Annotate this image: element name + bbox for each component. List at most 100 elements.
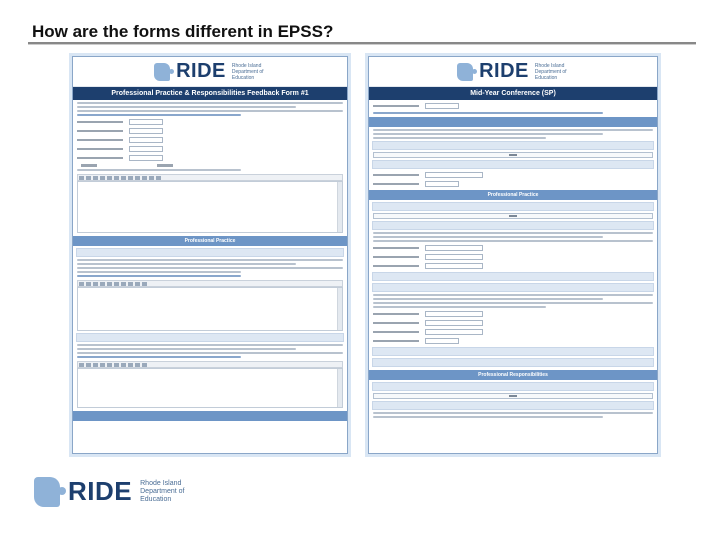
evidence-editor[interactable]	[77, 287, 343, 331]
resource-line	[373, 112, 604, 114]
score-dropdown[interactable]	[373, 213, 653, 219]
component-header	[372, 202, 654, 211]
rubric-line	[77, 344, 343, 346]
select-field[interactable]	[425, 263, 483, 269]
field-row	[77, 146, 343, 152]
field-row	[373, 338, 653, 344]
rubric-line	[373, 416, 604, 418]
text-field[interactable]	[129, 146, 163, 152]
select-field[interactable]	[425, 338, 459, 344]
rhode-island-icon	[34, 476, 66, 507]
field-row	[373, 263, 653, 269]
instruction-link-line	[77, 114, 242, 116]
select-field[interactable]	[425, 172, 483, 178]
instruction-line	[373, 129, 653, 131]
logo-subtitle: Rhode Island Department of Education	[231, 62, 264, 81]
rhode-island-icon	[457, 62, 478, 81]
field-row	[77, 155, 343, 161]
field-row	[77, 119, 343, 125]
text-field[interactable]	[129, 137, 163, 143]
field-row	[373, 181, 653, 187]
logo-subtitle: Rhode Island Department of Education	[140, 479, 185, 503]
field-row	[77, 128, 343, 134]
editor-toolbar[interactable]	[77, 174, 343, 181]
rubric-line	[373, 236, 604, 238]
component-header	[372, 221, 654, 230]
feedback-form-screenshot: RIDE Rhode Island Department of Educatio…	[72, 56, 348, 454]
section-header-practice: Professional Practice	[369, 190, 657, 200]
editor-toolbar[interactable]	[77, 361, 343, 368]
field-row	[373, 245, 653, 251]
form-logo-header: RIDE Rhode Island Department of Educatio…	[369, 57, 657, 87]
text-field[interactable]	[425, 103, 459, 109]
logo-wordmark: RIDE	[479, 60, 529, 82]
mid-year-conference-screenshot: RIDE Rhode Island Department of Educatio…	[368, 56, 658, 454]
evidence-label	[77, 275, 242, 277]
rubric-line	[373, 306, 546, 308]
form-title: Mid-Year Conference (SP)	[369, 87, 657, 100]
component-header	[76, 333, 344, 342]
evidence-label	[77, 356, 242, 358]
component-header	[372, 358, 654, 367]
field-row	[373, 329, 653, 335]
section-header-bottom	[73, 411, 347, 421]
select-field[interactable]	[425, 245, 483, 251]
rubric-line	[373, 302, 653, 304]
component-header	[372, 141, 654, 150]
select-field[interactable]	[425, 320, 483, 326]
logo-subtitle: Rhode Island Department of Education	[534, 62, 567, 81]
instruction-line	[373, 133, 604, 135]
rubric-line	[373, 294, 653, 296]
field-row	[373, 254, 653, 260]
section-header-practice: Professional Practice	[73, 236, 347, 246]
component-header	[372, 283, 654, 292]
text-field[interactable]	[129, 128, 163, 134]
rubric-line	[77, 352, 343, 354]
observation-notes-label	[77, 169, 242, 171]
rhode-island-icon	[154, 62, 175, 81]
observation-notes-editor[interactable]	[77, 181, 343, 233]
field-row	[373, 172, 653, 178]
form-logo-header: RIDE Rhode Island Department of Educatio…	[73, 57, 347, 87]
rubric-line	[77, 271, 242, 273]
component-header	[372, 401, 654, 410]
section-header-slo	[369, 117, 657, 127]
text-field[interactable]	[129, 119, 163, 125]
ride-logo: RIDE Rhode Island Department of Educatio…	[34, 476, 200, 507]
select-field[interactable]	[425, 254, 483, 260]
instruction-line	[77, 110, 343, 112]
text-field[interactable]	[129, 155, 163, 161]
component-header	[372, 160, 654, 169]
select-field[interactable]	[425, 311, 483, 317]
field-row	[373, 103, 653, 109]
form-title: Professional Practice & Responsibilities…	[73, 87, 347, 100]
rubric-line	[77, 259, 343, 261]
radio-row[interactable]	[81, 164, 339, 167]
instruction-line	[373, 137, 546, 139]
component-header	[76, 248, 344, 257]
rubric-line	[373, 240, 653, 242]
instruction-line	[77, 106, 297, 108]
logo-wordmark: RIDE	[176, 60, 226, 82]
rubric-line	[373, 412, 653, 414]
editor-toolbar[interactable]	[77, 280, 343, 287]
evidence-editor[interactable]	[77, 368, 343, 408]
rubric-line	[77, 267, 343, 269]
field-row	[373, 320, 653, 326]
field-row	[373, 311, 653, 317]
select-field[interactable]	[425, 181, 459, 187]
slide-title: How are the forms different in EPSS?	[32, 22, 334, 41]
rubric-line	[77, 263, 297, 265]
select-field[interactable]	[425, 329, 483, 335]
component-header	[372, 382, 654, 391]
score-dropdown[interactable]	[373, 393, 653, 399]
section-header-responsibilities: Professional Responsibilities	[369, 370, 657, 380]
title-divider	[28, 42, 696, 45]
rubric-line	[373, 298, 604, 300]
instruction-line	[77, 102, 343, 104]
rubric-line	[373, 232, 653, 234]
logo-wordmark: RIDE	[68, 476, 133, 506]
score-dropdown[interactable]	[373, 152, 653, 158]
component-header	[372, 347, 654, 356]
field-row	[77, 137, 343, 143]
